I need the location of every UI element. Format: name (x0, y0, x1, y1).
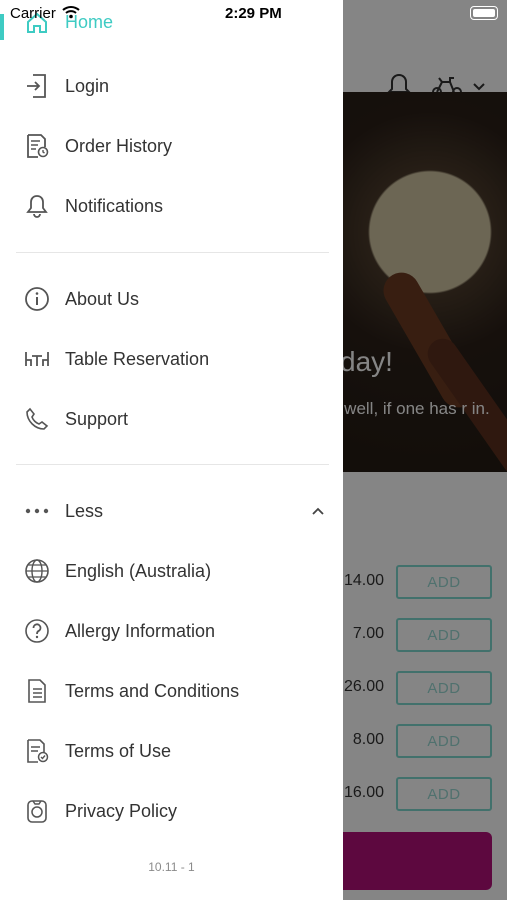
navigation-drawer: Home Login Order History Notifications A… (0, 0, 343, 900)
menu-item-support[interactable]: Support (0, 394, 343, 444)
menu-item-about-us[interactable]: About Us (0, 274, 343, 324)
menu-divider (16, 464, 329, 465)
globe-icon (24, 558, 50, 584)
menu-item-label: Less (65, 500, 104, 521)
menu-toggle-less[interactable]: Less (0, 486, 343, 536)
menu-item-order-history[interactable]: Order History (0, 121, 343, 171)
phone-icon (24, 406, 50, 432)
menu-item-language[interactable]: English (Australia) (0, 546, 343, 596)
bell-icon (24, 193, 50, 219)
menu-item-label: Support (65, 408, 129, 429)
menu-item-login[interactable]: Login (0, 61, 343, 111)
menu-item-table-reservation[interactable]: Table Reservation (0, 334, 343, 384)
wifi-icon (62, 5, 80, 19)
menu-item-privacy-policy[interactable]: Privacy Policy (0, 786, 343, 836)
carrier-label: Carrier (10, 5, 56, 22)
table-icon (24, 346, 50, 372)
menu-item-label: Notifications (65, 195, 164, 216)
menu-item-terms-and-conditions[interactable]: Terms and Conditions (0, 666, 343, 716)
terms-of-use-icon (24, 738, 50, 764)
info-icon (24, 286, 50, 312)
menu-item-label: Terms and Conditions (65, 680, 240, 701)
more-dots-icon (24, 498, 50, 524)
document-icon (24, 678, 50, 704)
menu-item-label: Login (65, 75, 110, 96)
privacy-icon (24, 798, 50, 824)
order-history-icon (24, 133, 50, 159)
menu-item-label: English (Australia) (65, 560, 212, 581)
menu-item-notifications[interactable]: Notifications (0, 181, 343, 231)
menu-item-label: Allergy Information (65, 620, 216, 641)
battery-icon (470, 6, 498, 20)
menu-item-label: About Us (65, 288, 140, 309)
chevron-up-icon (311, 504, 325, 518)
question-icon (24, 618, 50, 644)
menu-item-label: Table Reservation (65, 348, 210, 369)
menu-item-label: Terms of Use (65, 740, 172, 761)
menu-item-label: Privacy Policy (65, 800, 178, 821)
menu-item-terms-of-use[interactable]: Terms of Use (0, 726, 343, 776)
menu-item-allergy-information[interactable]: Allergy Information (0, 606, 343, 656)
menu-divider (16, 252, 329, 253)
status-bar: Carrier 2:29 PM (0, 0, 507, 28)
app-version: 10.11 - 1 (148, 860, 195, 874)
login-icon (24, 73, 50, 99)
status-time: 2:29 PM (225, 5, 282, 22)
menu-item-label: Order History (65, 135, 173, 156)
